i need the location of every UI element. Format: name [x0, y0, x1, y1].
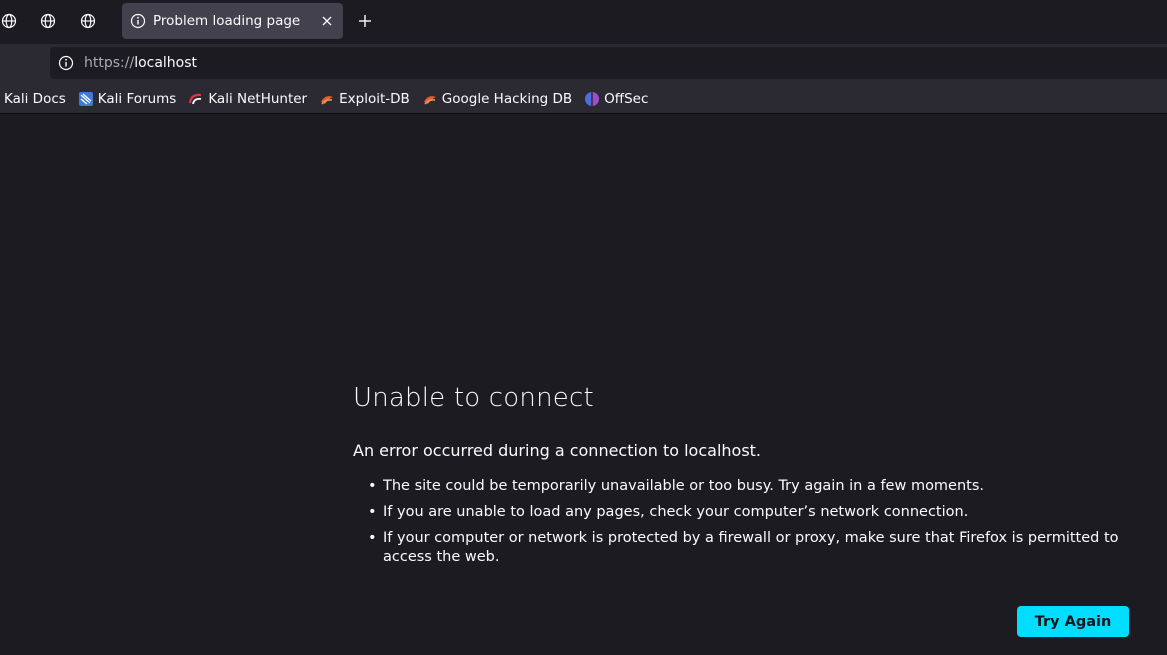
pinned-tab-1[interactable]: [0, 4, 25, 38]
url-scheme: https://: [84, 55, 135, 71]
kali-dragon-icon: [78, 91, 93, 106]
tab-strip: Problem loading page: [0, 0, 1167, 44]
close-icon[interactable]: [319, 13, 335, 29]
bookmark-label: OffSec: [604, 90, 649, 107]
bookmark-offsec[interactable]: OffSec: [584, 91, 648, 107]
bookmark-label: Kali NetHunter: [208, 90, 308, 107]
globe-icon: [80, 13, 96, 29]
bookmark-label: Exploit-DB: [339, 90, 410, 107]
nethunter-icon: [189, 93, 202, 104]
bookmark-label: Google Hacking DB: [441, 90, 573, 107]
bookmark-exploit-db[interactable]: Exploit-DB: [319, 91, 410, 107]
url-host: localhost: [134, 55, 198, 71]
exploit-db-icon: [423, 95, 436, 104]
tab-title: Problem loading page: [153, 13, 301, 29]
info-icon: [130, 13, 146, 29]
list-item: • If your computer or network is protecte…: [368, 529, 1138, 567]
pinned-tab-3[interactable]: [72, 4, 104, 38]
exploit-db-icon: [321, 95, 334, 104]
url-bar[interactable]: https://localhost: [50, 47, 1167, 79]
url-text[interactable]: https://localhost: [84, 55, 197, 71]
nav-bar: https://localhost: [0, 44, 1167, 84]
error-description: An error occurred during a connection to…: [353, 441, 762, 460]
bookmark-label: Kali Forums: [97, 90, 177, 107]
suggestion-text: The site could be temporarily unavailabl…: [383, 478, 985, 494]
bullet-icon: •: [368, 504, 377, 520]
globe-icon: [40, 13, 56, 29]
error-title: Unable to connect: [353, 383, 594, 413]
bookmark-kali-nethunter[interactable]: Kali NetHunter: [188, 91, 307, 107]
error-page: Unable to connect An error occurred duri…: [0, 115, 1167, 655]
error-suggestions: • The site could be temporarily unavailab…: [368, 477, 1138, 574]
bullet-icon: •: [368, 478, 377, 494]
tab-problem-loading-page[interactable]: Problem loading page: [122, 3, 343, 39]
bookmarks-toolbar: Kali Docs Kali Forums Kali NetHunter Exp…: [0, 84, 1167, 114]
try-again-button[interactable]: Try Again: [1017, 606, 1129, 637]
pinned-tab-2[interactable]: [32, 4, 64, 38]
list-item: • If you are unable to load any pages, ch…: [368, 503, 1138, 522]
bookmark-google-hacking-db[interactable]: Google Hacking DB: [422, 91, 572, 107]
bullet-icon: •: [368, 530, 377, 546]
bookmark-kali-docs[interactable]: Kali Docs: [4, 91, 66, 107]
bookmark-label: Kali Docs: [4, 90, 66, 107]
info-icon[interactable]: [58, 55, 74, 71]
bookmark-kali-forums[interactable]: Kali Forums: [78, 90, 177, 107]
suggestion-text: If you are unable to load any pages, che…: [383, 504, 969, 520]
globe-icon: [1, 13, 17, 29]
offsec-icon: [585, 91, 600, 106]
list-item: • The site could be temporarily unavailab…: [368, 477, 1138, 496]
plus-icon: [359, 15, 371, 27]
new-tab-button[interactable]: [352, 8, 378, 34]
suggestion-text: If your computer or network is protected…: [383, 530, 1119, 565]
